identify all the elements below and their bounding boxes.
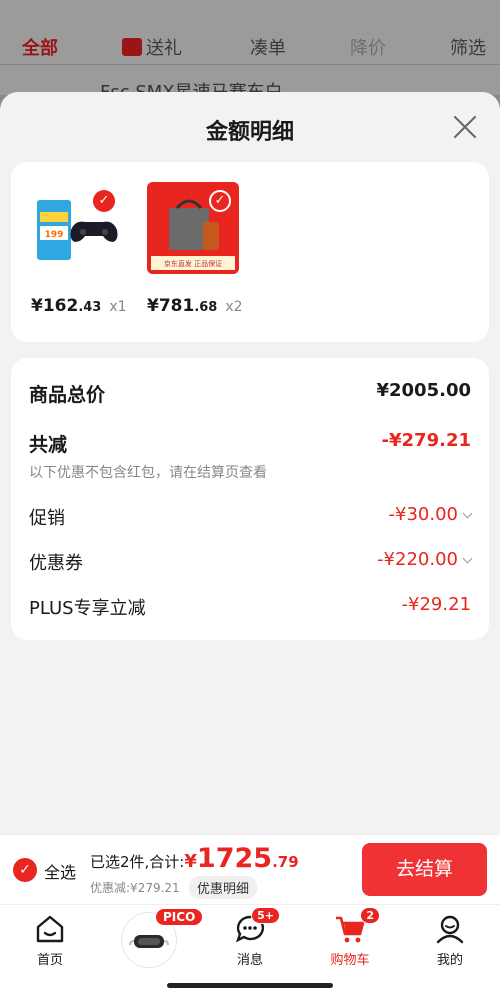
product-price: ¥162.43 x1 xyxy=(31,296,127,316)
cart-badge: 2 xyxy=(360,907,380,924)
goods-total-value: ¥2005.00 xyxy=(376,380,471,401)
bg-divider xyxy=(0,64,500,65)
cart-icon: 2 xyxy=(334,907,380,945)
product-item[interactable]: 199 ✓ ¥162.43 x1 xyxy=(31,182,127,316)
tab-profile[interactable]: 我的 xyxy=(410,913,490,968)
thumb-guarantee-text: 京东直发 正品保证 xyxy=(164,259,222,268)
tab-label: 我的 xyxy=(436,953,463,968)
product-thumbnail: 京东直发 正品保证 ✓ xyxy=(147,182,239,274)
select-all-checkbox[interactable]: ✓ xyxy=(13,858,37,882)
tab-cart[interactable]: 2 购物车 xyxy=(310,907,390,968)
checkout-bar: ✓ 全选 已选2件,合计:¥1725.79 优惠减:¥279.21 优惠明细 去… xyxy=(0,834,500,904)
plus-label: PLUS专享立减 xyxy=(29,598,146,619)
amount-details-card: 商品总价 ¥2005.00 共减 -¥279.21 以下优惠不包含红包，请在结算… xyxy=(11,358,489,640)
discount-note: 以下优惠不包含红包，请在结算页查看 xyxy=(29,465,267,481)
thumb-price-text: 199 xyxy=(45,230,64,240)
total-reduce-label: 共减 xyxy=(29,434,68,456)
product-item[interactable]: 京东直发 正品保证 ✓ ¥781.68 x2 xyxy=(147,182,243,316)
tab-label: 首页 xyxy=(36,953,63,968)
promo-label: 促销 xyxy=(29,508,65,529)
gift-icon xyxy=(122,38,142,56)
message-badge: 5+ xyxy=(251,907,280,924)
amount-detail-sheet: 金额明细 199 ✓ ¥162.43 x1 京东直发 正品保证 ✓ ¥781.6… xyxy=(0,92,500,834)
product-price: ¥781.68 x2 xyxy=(147,296,243,316)
sheet-title: 金额明细 xyxy=(205,120,294,145)
chevron-down-icon xyxy=(462,553,473,564)
bottom-tab-bar: 首页 PICO 5+ 消息 2 购物车 我的 xyxy=(0,904,500,995)
product-quantity: x2 xyxy=(225,299,243,315)
background-category-tabs: 全部 送礼 凑单 降价 筛选 Fsc SMX星速马赛东白 xyxy=(0,0,500,103)
tab-home[interactable]: 首页 xyxy=(10,913,90,968)
tab-label: 消息 xyxy=(236,953,263,968)
bg-tab-gift: 送礼 xyxy=(122,34,182,60)
plus-row: PLUS专享立减 -¥29.21 xyxy=(29,594,471,624)
selected-check-icon: ✓ xyxy=(93,190,115,212)
select-all-label[interactable]: 全选 xyxy=(44,859,76,883)
checkout-button[interactable]: 去结算 xyxy=(362,843,487,896)
bg-tab-bundle: 凑单 xyxy=(250,38,286,59)
order-summary: 已选2件,合计:¥1725.79 xyxy=(90,843,299,874)
promo-value: -¥30.00 xyxy=(388,504,458,525)
pico-badge: PICO xyxy=(155,908,204,926)
promo-row[interactable]: 促销 -¥30.00 xyxy=(29,504,473,534)
message-icon: 5+ xyxy=(234,907,280,945)
discount-detail-button[interactable]: 优惠明细 xyxy=(189,876,258,899)
coupon-label: 优惠券 xyxy=(29,553,83,574)
tab-messages[interactable]: 5+ 消息 xyxy=(210,907,290,968)
product-thumbnail: 199 ✓ xyxy=(31,182,123,274)
home-icon xyxy=(34,913,66,945)
bg-tab-filter: 筛选 xyxy=(450,38,486,59)
profile-icon xyxy=(434,913,466,945)
total-reduce-row: 共减 -¥279.21 xyxy=(29,430,471,460)
products-card: 199 ✓ ¥162.43 x1 京东直发 正品保证 ✓ ¥781.68 x2 xyxy=(11,162,489,342)
tab-label: 购物车 xyxy=(330,953,370,968)
chevron-down-icon xyxy=(462,508,473,519)
goods-total-row: 商品总价 ¥2005.00 xyxy=(29,380,471,410)
coupon-value: -¥220.00 xyxy=(377,549,458,570)
goods-total-label: 商品总价 xyxy=(29,384,106,406)
bg-tab-price-drop: 降价 xyxy=(350,38,386,59)
total-reduce-value: -¥279.21 xyxy=(381,430,471,451)
product-quantity: x1 xyxy=(109,299,127,315)
plus-value: -¥29.21 xyxy=(401,594,471,615)
selected-check-icon: ✓ xyxy=(209,190,231,212)
home-indicator xyxy=(167,983,333,988)
total-amount: 1725 xyxy=(196,843,273,874)
discount-summary: 优惠减:¥279.21 xyxy=(90,881,180,895)
coupon-row[interactable]: 优惠券 -¥220.00 xyxy=(29,549,473,579)
close-icon[interactable] xyxy=(452,114,478,140)
bg-tab-all: 全部 xyxy=(22,38,58,59)
